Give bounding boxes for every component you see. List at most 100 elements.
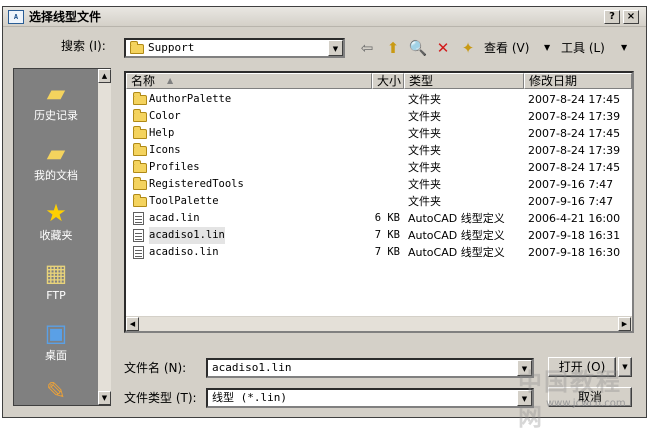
places-bar: ▰ 历史记录 ▰ 我的文档 ★ 收藏夹 ▦ FTP ▣ 桌面 ✎ ▲ ▼ [13, 68, 111, 406]
file-type: AutoCAD 线型定义 [408, 229, 505, 242]
scroll-up-icon[interactable]: ▲ [98, 69, 111, 83]
places-my-documents-label: 我的文档 [34, 169, 78, 182]
file-row[interactable]: RegisteredTools 文件夹 2007-9-16 7:47 [126, 176, 632, 193]
places-history[interactable]: ▰ 历史记录 [14, 77, 98, 123]
file-type: 文件夹 [408, 127, 441, 140]
places-desktop[interactable]: ▣ 桌面 [14, 317, 98, 363]
file-name: Help [149, 127, 175, 139]
my-documents-icon: ▰ [46, 139, 66, 167]
file-row[interactable]: acadiso.lin 7 KB AutoCAD 线型定义 2007-9-18 16:… [126, 244, 632, 261]
file-name: RegisteredTools [149, 178, 244, 190]
file-modified: 2007-9-16 7:47 [528, 178, 614, 191]
buzzsaw-icon: ✎ [45, 377, 67, 405]
file-row[interactable]: Help 文件夹 2007-8-24 17:45 [126, 125, 632, 142]
tools-menu[interactable]: 工具 (L) [561, 40, 605, 56]
file-modified: 2007-8-24 17:45 [528, 127, 621, 140]
column-header-name[interactable]: 名称 ▲ [126, 73, 372, 89]
places-favorites[interactable]: ★ 收藏夹 [14, 197, 98, 243]
watermark-url: www.jcwcn.com [546, 398, 626, 409]
file-name: AuthorPalette [149, 93, 232, 105]
scroll-down-icon[interactable]: ▼ [98, 391, 111, 405]
file-type: 文件夹 [408, 161, 441, 174]
filetype-value: 线型 (*.lin) [212, 391, 287, 404]
search-in-combobox[interactable]: Support ▼ [124, 38, 345, 58]
file-size: 7 KB [374, 246, 400, 258]
filename-input[interactable]: acadiso1.lin ▼ [206, 358, 534, 378]
file-type: AutoCAD 线型定义 [408, 212, 505, 225]
file-size: 7 KB [374, 229, 400, 241]
file-modified: 2007-9-18 16:31 [528, 229, 621, 242]
file-type: 文件夹 [408, 195, 441, 208]
column-name-label: 名称 [131, 74, 156, 88]
file-name: Icons [149, 144, 181, 156]
file-row[interactable]: Icons 文件夹 2007-8-24 17:39 [126, 142, 632, 159]
title-bar[interactable]: A 选择线型文件 ? × [3, 7, 646, 27]
file-modified: 2007-8-24 17:39 [528, 110, 621, 123]
filetype-label: 文件类型 (T): [124, 391, 197, 405]
desktop-icon: ▣ [44, 319, 68, 347]
places-ftp-label: FTP [46, 289, 66, 302]
file-row[interactable]: acad.lin 6 KB AutoCAD 线型定义 2006-4-21 16:00 [126, 210, 632, 227]
places-scrollbar[interactable]: ▲ ▼ [98, 69, 111, 405]
file-row[interactable]: ToolPalette 文件夹 2007-9-16 7:47 [126, 193, 632, 210]
search-in-value: Support [148, 41, 195, 54]
linetype-file-icon [133, 246, 144, 264]
view-dropdown-arrow-icon[interactable]: ▼ [544, 40, 550, 56]
file-size: 6 KB [374, 212, 400, 224]
scroll-right-icon[interactable]: ▶ [618, 317, 631, 331]
places-more[interactable]: ✎ [14, 375, 98, 407]
file-row[interactable]: Color 文件夹 2007-8-24 17:39 [126, 108, 632, 125]
delete-icon[interactable]: ✕ [433, 38, 453, 58]
places-desktop-label: 桌面 [45, 349, 67, 362]
select-linetype-dialog: A 选择线型文件 ? × 搜索 (I): Support ▼ ⇦ ⬆ 🔍 ✕ ✦… [2, 6, 647, 418]
view-menu[interactable]: 查看 (V) [484, 40, 529, 56]
column-header-size[interactable]: 大小 [372, 73, 404, 89]
file-name: acadiso1.lin [149, 227, 225, 244]
column-header-modified[interactable]: 修改日期 [524, 73, 632, 89]
file-row[interactable]: acadiso1.lin 7 KB AutoCAD 线型定义 2007-9-18 16… [126, 227, 632, 244]
history-folder-icon: ▰ [46, 79, 66, 107]
file-list: 名称 ▲ 大小 类型 修改日期 AuthorPalette 文件夹 2007-8-2… [124, 71, 634, 333]
file-modified: 2007-9-18 16:30 [528, 246, 621, 259]
file-type: 文件夹 [408, 110, 441, 123]
file-type: 文件夹 [408, 93, 441, 106]
new-folder-icon[interactable]: ✦ [458, 38, 478, 58]
scroll-left-icon[interactable]: ◀ [126, 317, 139, 331]
file-modified: 2006-4-21 16:00 [528, 212, 621, 225]
file-modified: 2007-8-24 17:45 [528, 161, 621, 174]
file-name: ToolPalette [149, 195, 219, 207]
autocad-app-icon: A [8, 10, 24, 24]
back-arrow-icon[interactable]: ⇦ [357, 38, 377, 58]
tools-dropdown-arrow-icon[interactable]: ▼ [621, 40, 627, 56]
ftp-icon: ▦ [44, 259, 68, 287]
column-header-type[interactable]: 类型 [404, 73, 524, 89]
places-favorites-label: 收藏夹 [39, 229, 73, 242]
help-button[interactable]: ? [604, 10, 620, 24]
folder-icon [130, 41, 144, 57]
places-ftp[interactable]: ▦ FTP [14, 257, 98, 303]
up-folder-icon[interactable]: ⬆ [383, 38, 403, 58]
close-button[interactable]: × [623, 10, 639, 24]
file-name: acadiso.lin [149, 246, 219, 258]
sort-ascending-icon: ▲ [167, 76, 174, 85]
file-modified: 2007-8-24 17:39 [528, 144, 621, 157]
file-name: Profiles [149, 161, 200, 173]
filename-value: acadiso1.lin [212, 361, 292, 374]
file-type: 文件夹 [408, 178, 441, 191]
dialog-title: 选择线型文件 [29, 10, 102, 24]
file-name: acad.lin [149, 212, 200, 224]
file-type: AutoCAD 线型定义 [408, 246, 505, 259]
file-modified: 2007-8-24 17:45 [528, 93, 621, 106]
file-name: Color [149, 110, 181, 122]
places-my-documents[interactable]: ▰ 我的文档 [14, 137, 98, 183]
horizontal-scrollbar[interactable]: ◀ ▶ [126, 316, 632, 331]
file-modified: 2007-9-16 7:47 [528, 195, 614, 208]
file-row[interactable]: Profiles 文件夹 2007-8-24 17:45 [126, 159, 632, 176]
places-history-label: 历史记录 [34, 109, 78, 122]
search-in-label: 搜索 (I): [61, 39, 106, 53]
chevron-down-icon[interactable]: ▼ [328, 40, 343, 56]
filetype-select[interactable]: 线型 (*.lin) ▼ [206, 388, 534, 408]
file-type: 文件夹 [408, 144, 441, 157]
file-row[interactable]: AuthorPalette 文件夹 2007-8-24 17:45 [126, 91, 632, 108]
search-web-icon[interactable]: 🔍 [408, 38, 428, 58]
